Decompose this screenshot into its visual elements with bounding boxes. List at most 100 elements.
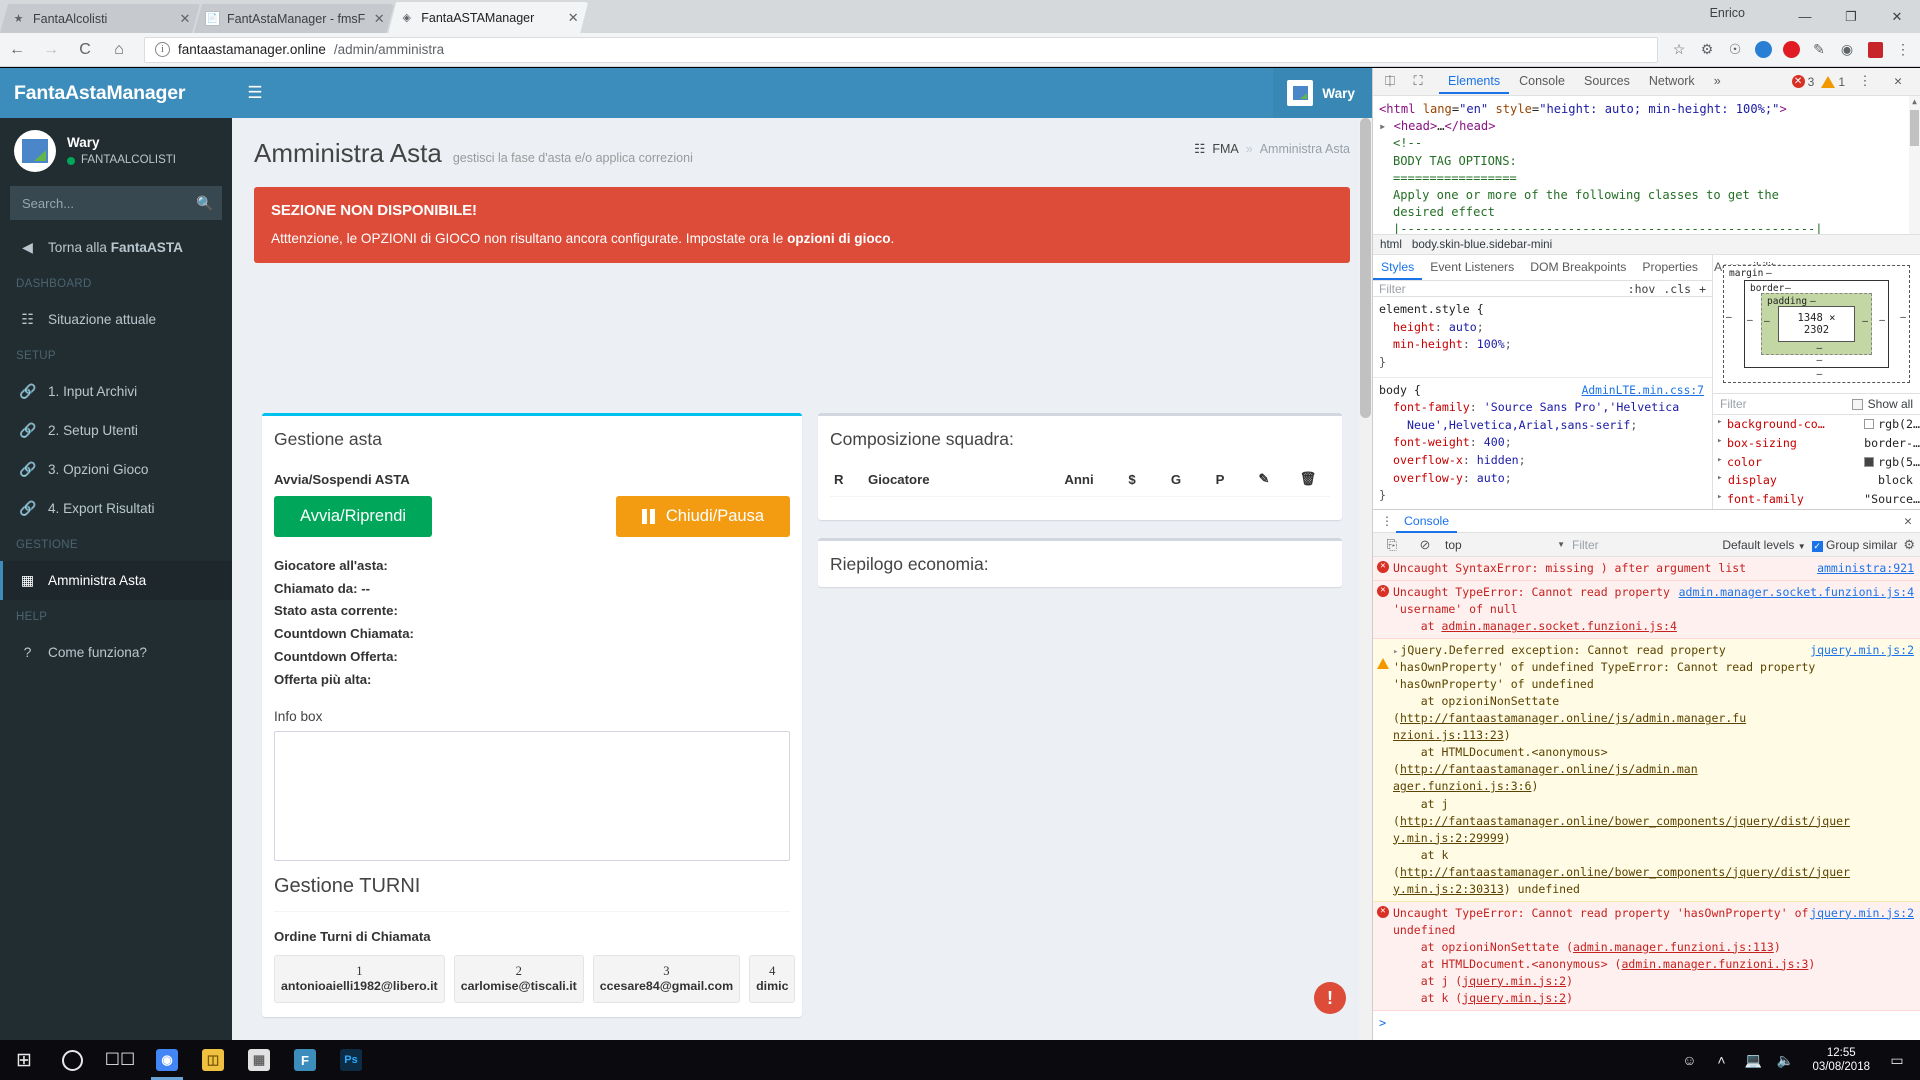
cursor-inspect-icon[interactable]: ⎅ bbox=[1377, 69, 1403, 95]
tab-styles[interactable]: Styles bbox=[1373, 255, 1422, 280]
console-message-source[interactable]: admin.manager.socket.funzioni.js:4 bbox=[1679, 584, 1914, 601]
start-button[interactable]: ⊞ bbox=[0, 1040, 48, 1080]
close-icon[interactable]: ✕ bbox=[566, 11, 580, 24]
group-similar-checkbox[interactable]: ✓ Group similar bbox=[1812, 538, 1898, 552]
tabs-overflow-icon[interactable]: » bbox=[1705, 69, 1730, 94]
edit-icon[interactable]: ✎ bbox=[1242, 462, 1286, 497]
forward-icon[interactable]: → bbox=[34, 33, 68, 67]
turno-card[interactable]: 1 antonioaielli1982@libero.it bbox=[274, 955, 445, 1003]
sidebar-item-opzioni-gioco[interactable]: 🔗 3. Opzioni Gioco bbox=[0, 450, 232, 489]
breadcrumb-html[interactable]: html bbox=[1380, 238, 1402, 251]
taskbar-app-explorer[interactable]: ◫ bbox=[190, 1040, 236, 1080]
page-info-icon[interactable]: i bbox=[155, 42, 170, 57]
trash-icon[interactable]: 🗑 bbox=[1286, 462, 1330, 497]
drawer-close-icon[interactable]: ✕ bbox=[1904, 514, 1916, 529]
reload-icon[interactable]: C bbox=[68, 33, 102, 67]
console-sidebar-icon[interactable]: ⎘ bbox=[1379, 532, 1405, 558]
console-message-error[interactable]: ✕ Uncaught SyntaxError: missing ) after … bbox=[1373, 557, 1920, 581]
volume-icon[interactable]: 🔈 bbox=[1770, 1040, 1800, 1080]
eyedropper-icon[interactable]: ✎ bbox=[1806, 37, 1832, 63]
bookmark-star-icon[interactable]: ☆ bbox=[1666, 37, 1692, 63]
expand-icon[interactable]: ▸ bbox=[1717, 434, 1727, 453]
console-message-source[interactable]: amministra:921 bbox=[1817, 560, 1914, 577]
browser-tab-1[interactable]: ★ FantaAlcolisti ✕ bbox=[0, 4, 200, 33]
extension-icon-1[interactable]: ⚙ bbox=[1694, 37, 1720, 63]
taskbar-app-fma[interactable]: F bbox=[282, 1040, 328, 1080]
console-message-source[interactable]: jquery.min.js:2 bbox=[1810, 905, 1914, 922]
computed-properties-list[interactable]: ▸background-co…rgb(2… ▸box-sizingborder-… bbox=[1713, 415, 1920, 509]
col-giocatore[interactable]: Giocatore bbox=[864, 462, 1048, 497]
turno-card[interactable]: 3 ccesare84@gmail.com bbox=[593, 955, 740, 1003]
camera-icon[interactable]: ◉ bbox=[1834, 37, 1860, 63]
info-box-area[interactable] bbox=[274, 731, 790, 861]
sidebar-item-torna-alla-fantaasta[interactable]: ◀ Torna alla FantaASTA bbox=[0, 228, 232, 267]
gear-icon[interactable]: ⚙ bbox=[1903, 537, 1915, 553]
sidebar-item-situazione-attuale[interactable]: ☷ Situazione attuale bbox=[0, 300, 232, 339]
add-rule-icon[interactable]: + bbox=[1699, 282, 1706, 296]
col-p[interactable]: P bbox=[1198, 462, 1242, 497]
dom-scrollbar[interactable]: ▲ bbox=[1909, 96, 1920, 234]
taskbar-app-photoshop[interactable]: Ps bbox=[328, 1040, 374, 1080]
home-icon[interactable]: ⌂ bbox=[102, 33, 136, 67]
taskbar-app-chrome[interactable]: ◉ bbox=[144, 1040, 190, 1080]
tab-elements[interactable]: Elements bbox=[1439, 69, 1509, 94]
tab-event-listeners[interactable]: Event Listeners bbox=[1422, 255, 1522, 280]
context-selector[interactable]: top▼ bbox=[1445, 538, 1565, 552]
close-icon[interactable]: ✕ bbox=[178, 12, 192, 25]
drawer-menu-icon[interactable]: ⋮ bbox=[1378, 514, 1396, 528]
expand-icon[interactable]: ▸ bbox=[1717, 490, 1727, 509]
turno-card[interactable]: 2 carlomise@tiscali.it bbox=[454, 955, 584, 1003]
sidebar-toggle-icon[interactable]: ☰ bbox=[232, 68, 278, 118]
tab-sources[interactable]: Sources bbox=[1575, 69, 1639, 94]
console-message-error[interactable]: ✕ Uncaught TypeError: Cannot read proper… bbox=[1373, 902, 1920, 1011]
back-icon[interactable]: ← bbox=[0, 33, 34, 67]
sidebar-item-amministra-asta[interactable]: ▦ Amministra Asta bbox=[0, 561, 232, 600]
drawer-tab-console[interactable]: Console bbox=[1396, 510, 1457, 533]
tab-dom-breakpoints[interactable]: DOM Breakpoints bbox=[1522, 255, 1634, 280]
tab-properties[interactable]: Properties bbox=[1634, 255, 1706, 280]
address-bar[interactable]: i fantaastamanager.online/admin/amminist… bbox=[144, 37, 1658, 63]
console-message-source[interactable]: jquery.min.js:2 bbox=[1810, 642, 1914, 659]
avvia-riprendi-button[interactable]: Avvia/Riprendi bbox=[274, 496, 432, 537]
action-center-icon[interactable]: ▭ bbox=[1882, 1040, 1912, 1080]
console-message-error[interactable]: ✕ Uncaught TypeError: Cannot read proper… bbox=[1373, 581, 1920, 639]
taskbar-app-store[interactable]: ▦ bbox=[236, 1040, 282, 1080]
device-toggle-icon[interactable]: ⛶ bbox=[1405, 69, 1431, 95]
error-badge[interactable]: ! bbox=[1314, 982, 1346, 1014]
sidebar-item-setup-utenti[interactable]: 🔗 2. Setup Utenti bbox=[0, 411, 232, 450]
people-icon[interactable]: ☺ bbox=[1674, 1040, 1704, 1080]
tab-network[interactable]: Network bbox=[1640, 69, 1704, 94]
sidebar-item-input-archivi[interactable]: 🔗 1. Input Archivi bbox=[0, 372, 232, 411]
expand-icon[interactable]: ▸ bbox=[1717, 453, 1727, 472]
expand-icon[interactable]: ▸ bbox=[1717, 415, 1727, 434]
col-dollar[interactable]: $ bbox=[1110, 462, 1154, 497]
error-count-badge[interactable]: ✕ 3 bbox=[1792, 75, 1815, 89]
hov-toggle[interactable]: :hov bbox=[1628, 282, 1656, 296]
sidebar-item-come-funziona[interactable]: ? Come funziona? bbox=[0, 633, 232, 671]
computed-filter-input[interactable]: Filter bbox=[1720, 397, 1747, 411]
network-icon[interactable]: 💻 bbox=[1738, 1040, 1768, 1080]
breadcrumb-body[interactable]: body.skin-blue.sidebar-mini bbox=[1412, 238, 1552, 251]
extension-icon-4[interactable] bbox=[1778, 37, 1804, 63]
dom-tree[interactable]: <html lang="en" style="height: auto; min… bbox=[1373, 96, 1920, 234]
search-icon[interactable]: 🔍 bbox=[188, 186, 222, 220]
warning-count-badge[interactable]: 1 bbox=[1821, 75, 1845, 89]
chevron-up-icon[interactable]: ˄ bbox=[1706, 1040, 1736, 1080]
app-brand[interactable]: FantaAstaManager bbox=[0, 68, 232, 118]
css-selector[interactable]: element.style { bbox=[1379, 301, 1706, 319]
tab-console[interactable]: Console bbox=[1510, 69, 1574, 94]
col-g[interactable]: G bbox=[1154, 462, 1198, 497]
breadcrumb-home[interactable]: FMA bbox=[1212, 142, 1238, 156]
close-button[interactable]: ✕ bbox=[1874, 0, 1920, 33]
minimize-button[interactable]: — bbox=[1782, 0, 1828, 33]
extension-icon-3[interactable] bbox=[1750, 37, 1776, 63]
search-circle-icon[interactable] bbox=[48, 1040, 96, 1080]
sidebar-item-export-risultati[interactable]: 🔗 4. Export Risultati bbox=[0, 489, 232, 528]
console-message-warning[interactable]: ▸jQuery.Deferred exception: Cannot read … bbox=[1373, 639, 1920, 902]
task-view-icon[interactable]: ☐☐ bbox=[96, 1040, 144, 1080]
devtools-close-icon[interactable]: ✕ bbox=[1885, 69, 1911, 95]
show-all-checkbox[interactable]: Show all bbox=[1852, 397, 1913, 411]
page-scrollbar[interactable] bbox=[1359, 118, 1372, 1040]
devtools-menu-icon[interactable]: ⋮ bbox=[1852, 69, 1878, 95]
sidebar-user-panel[interactable]: Wary FANTAALCOLISTI bbox=[0, 118, 232, 184]
